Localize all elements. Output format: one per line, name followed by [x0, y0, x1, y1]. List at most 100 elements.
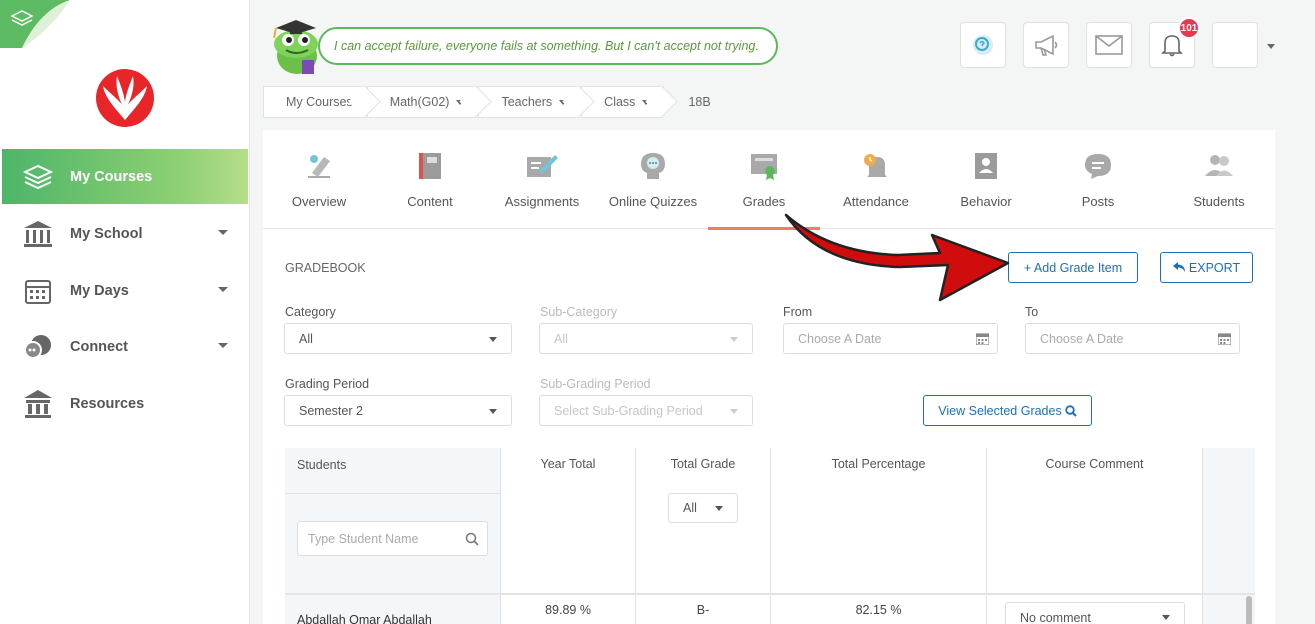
notifications-button[interactable]: 101	[1149, 17, 1200, 68]
breadcrumb-label: Teachers	[501, 95, 553, 109]
book-icon	[413, 150, 447, 182]
caret-down-icon	[489, 337, 497, 342]
search-icon	[1065, 404, 1077, 417]
calendar-icon	[976, 333, 989, 345]
student-name-cell[interactable]: Abdallah Omar Abdallah	[285, 595, 501, 624]
breadcrumb-label: 18B	[688, 95, 711, 109]
table-scrollbar[interactable]	[1246, 596, 1252, 624]
grading-period-value: Semester 2	[299, 403, 363, 418]
grade-filter-select[interactable]: All	[668, 493, 738, 523]
category-label: Category	[285, 305, 336, 319]
tab-label: Assignments	[504, 194, 580, 209]
search-icon	[465, 532, 479, 546]
to-label: To	[1025, 305, 1039, 319]
calendar-icon	[22, 276, 54, 306]
breadcrumb-label: Class	[604, 95, 636, 109]
subcategory-value: All	[554, 331, 568, 346]
breadcrumb-label: Math(G02)	[389, 95, 450, 109]
layers-icon	[22, 162, 54, 192]
tab-overview[interactable]: Overview	[287, 130, 351, 229]
from-date-placeholder: Choose A Date	[798, 331, 882, 346]
tab-assignments[interactable]: Assignments	[503, 130, 581, 229]
year-total-cell: 89.89 %	[501, 595, 636, 624]
view-selected-label: View Selected Grades	[938, 403, 1062, 418]
subcategory-label: Sub-Category	[540, 305, 618, 319]
sidebar-item-my-days[interactable]: My Days	[2, 263, 248, 318]
bell-clock-icon	[859, 150, 893, 182]
gradebook-title: GRADEBOOK	[285, 261, 366, 275]
speech-bubble-icon	[1081, 150, 1115, 182]
sidebar-item-my-courses[interactable]: My Courses	[2, 149, 248, 204]
chevron-down-icon	[218, 287, 228, 292]
sidebar-item-resources[interactable]: Resources	[2, 376, 248, 431]
export-button[interactable]: EXPORT	[1160, 252, 1253, 283]
students-header-label: Students	[297, 458, 347, 472]
grade-cell: B-	[636, 595, 771, 624]
messages-button[interactable]	[1086, 22, 1132, 68]
comment-cell: No comment	[987, 595, 1203, 624]
tab-content[interactable]: Content	[403, 130, 457, 229]
announcements-button[interactable]	[1023, 22, 1069, 68]
view-selected-grades-button[interactable]: View Selected Grades	[923, 395, 1092, 426]
sidebar-item-connect[interactable]: Connect	[2, 319, 248, 374]
sidebar-item-label: Connect	[70, 338, 128, 355]
tab-posts[interactable]: Posts	[1078, 130, 1118, 229]
sidebar: My Courses My School My Days Connect Res…	[0, 0, 250, 624]
tab-label: Students	[1193, 194, 1245, 209]
category-value: All	[299, 331, 313, 346]
caret-down-icon	[730, 409, 738, 414]
grade-filter-value: All	[683, 501, 697, 515]
notification-count-badge: 101	[1178, 17, 1200, 39]
subgrading-period-select[interactable]: Select Sub-Grading Period	[539, 395, 753, 426]
breadcrumb-course[interactable]: Math(G02)	[366, 86, 479, 118]
course-comment-select[interactable]: No comment	[1005, 602, 1185, 624]
tab-online-quizzes[interactable]: Online Quizzes	[608, 130, 698, 229]
to-date-input[interactable]: Choose A Date	[1025, 323, 1240, 354]
calendar-icon	[1218, 333, 1231, 345]
caret-down-icon	[456, 99, 465, 105]
to-date-placeholder: Choose A Date	[1040, 331, 1124, 346]
tab-label: Content	[407, 194, 453, 209]
breadcrumb-teachers[interactable]: Teachers	[478, 86, 582, 118]
certificate-icon	[747, 150, 781, 182]
caret-down-icon	[715, 506, 723, 511]
undo-arrow-icon	[1172, 262, 1185, 272]
user-avatar[interactable]	[1212, 22, 1258, 68]
breadcrumb-my-courses[interactable]: My Courses	[263, 86, 367, 118]
mail-icon	[1095, 35, 1123, 55]
assignment-icon	[525, 150, 559, 182]
student-search-input[interactable]: Type Student Name	[297, 521, 488, 556]
total-grade-label: Total Grade	[670, 457, 736, 471]
sidebar-item-my-school[interactable]: My School	[2, 206, 248, 261]
tab-label: Posts	[1081, 194, 1115, 209]
tab-students[interactable]: Students	[1191, 130, 1247, 229]
course-tabs: Overview Content Assignments Online Quiz…	[263, 130, 1275, 230]
page-fold-icon	[0, 0, 70, 48]
students-header: Students Type Student Name	[285, 448, 501, 594]
help-button[interactable]	[960, 22, 1006, 68]
export-label: EXPORT	[1188, 260, 1241, 275]
breadcrumb-label: My Courses	[286, 95, 353, 109]
grading-period-select[interactable]: Semester 2	[284, 395, 512, 426]
tab-label: Overview	[291, 194, 347, 209]
id-card-icon	[969, 150, 1003, 182]
tab-label: Grades	[742, 194, 786, 209]
school-logo	[96, 69, 154, 127]
year-total-header: Year Total	[501, 448, 636, 594]
total-grade-header: Total Grade All	[636, 448, 771, 594]
add-grade-item-button[interactable]: + Add Grade Item	[1008, 252, 1138, 283]
caret-down-icon	[1162, 615, 1170, 620]
quiz-icon	[636, 150, 670, 182]
sidebar-item-label: My Days	[70, 282, 129, 299]
category-select[interactable]: All	[284, 323, 512, 354]
motivational-quote: I can accept failure, everyone fails at …	[318, 27, 778, 65]
from-date-input[interactable]: Choose A Date	[783, 323, 998, 354]
profile-dropdown-icon[interactable]	[1267, 44, 1275, 49]
tab-label: Online Quizzes	[608, 194, 698, 209]
sidebar-item-label: My School	[70, 225, 143, 242]
subcategory-select[interactable]: All	[539, 323, 753, 354]
grading-period-label: Grading Period	[285, 377, 370, 391]
comment-value: No comment	[1020, 611, 1091, 624]
caret-down-icon	[559, 99, 568, 105]
library-icon	[22, 389, 54, 419]
